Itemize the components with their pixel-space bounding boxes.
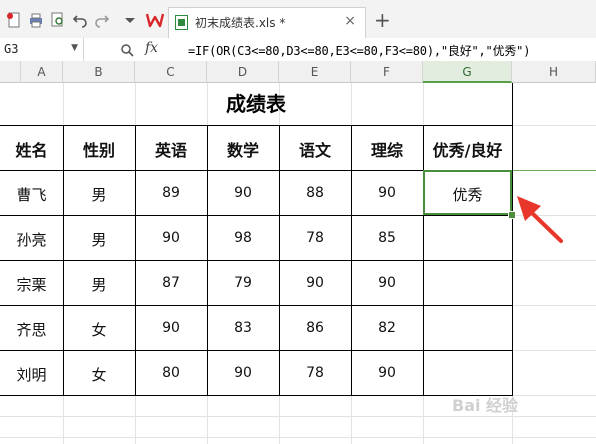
annotation-arrow-icon [517,196,563,243]
watermark: Bai 经验 [452,396,519,415]
